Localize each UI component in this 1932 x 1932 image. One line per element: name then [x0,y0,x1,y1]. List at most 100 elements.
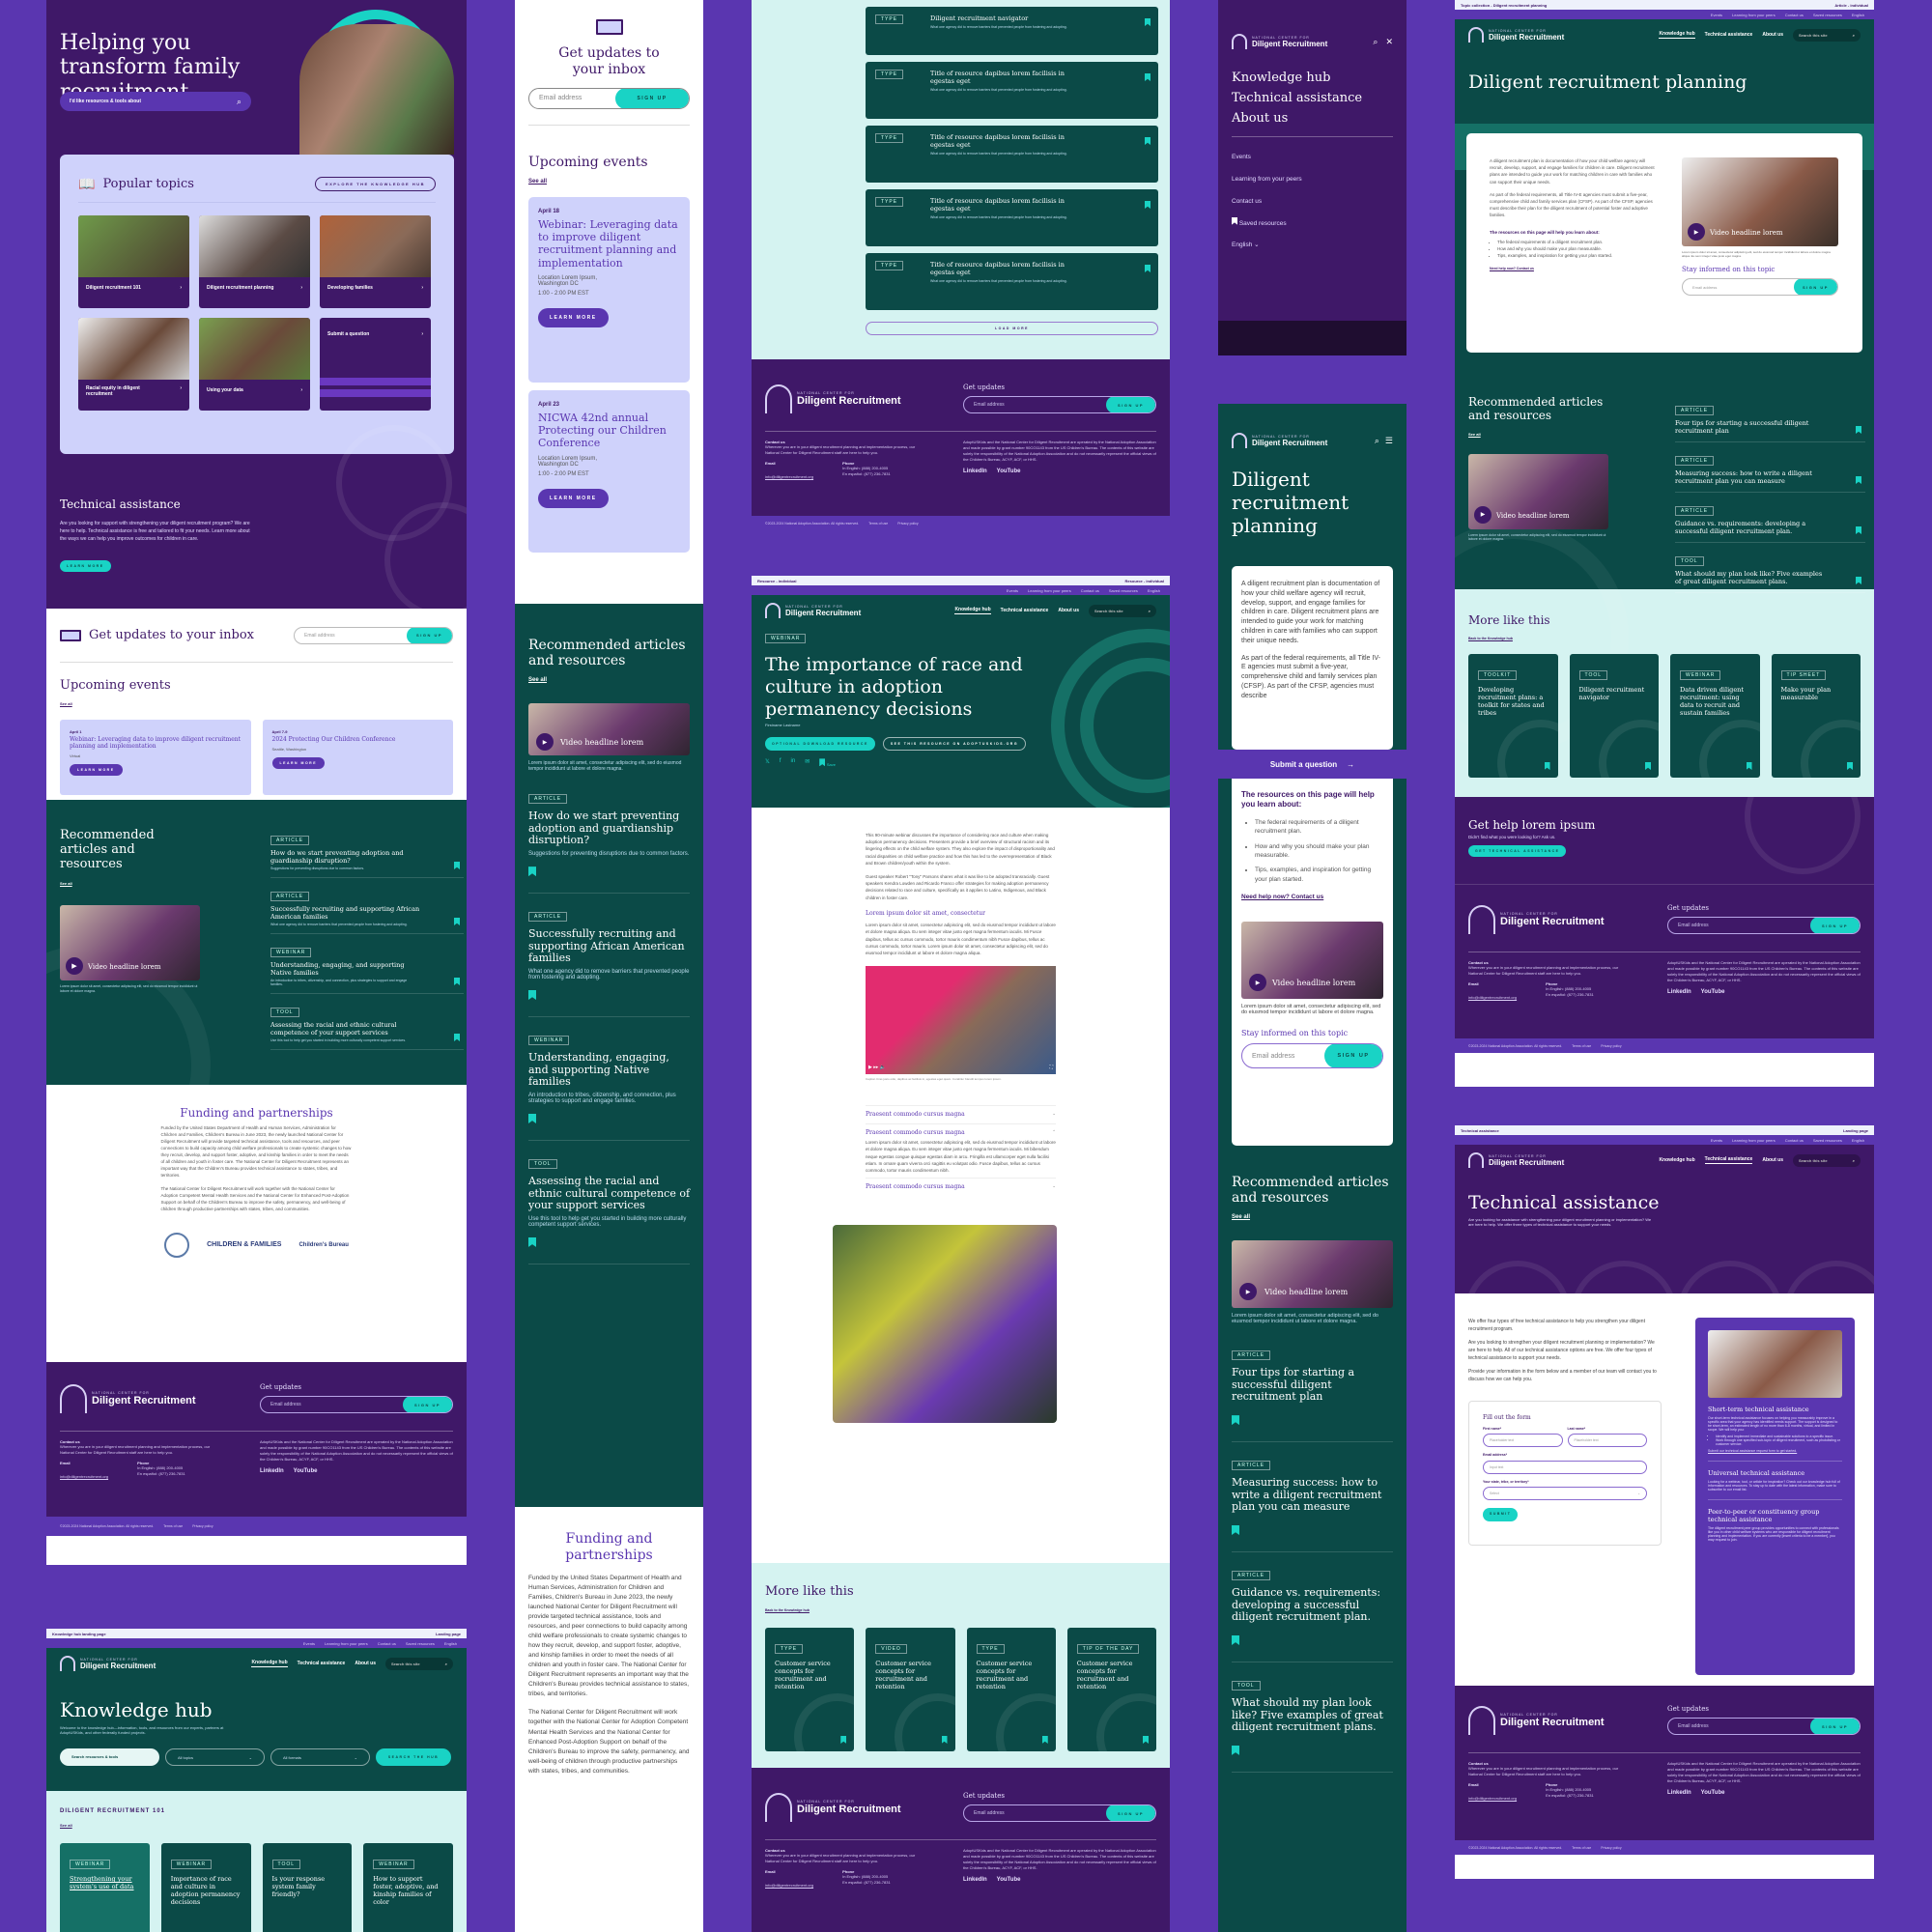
load-more-button[interactable]: LOAD MORE [866,322,1158,335]
util-link[interactable]: Learning from your peers [1732,13,1776,17]
nav-about-us[interactable]: About us [1762,32,1783,38]
more-card[interactable]: TYPE Customer service concepts for recrui… [765,1628,855,1751]
util-link[interactable]: Saved resources [1813,1138,1842,1143]
save-button[interactable]: Save [819,758,836,768]
mobile-article[interactable]: ARTICLE How do we start preventing adopti… [528,787,690,895]
footer-email-field[interactable]: Email address SIGN UP [260,1396,453,1413]
site-logo[interactable]: NATIONAL CENTER FOR Diligent Recruitment [1232,34,1327,49]
privacy-link[interactable]: Privacy policy [192,1524,213,1528]
submit-button[interactable]: SUBMIT [1483,1508,1519,1521]
site-logo[interactable]: NATIONAL CENTER FOR Diligent Recruitment [765,603,861,618]
search-icon[interactable]: ⌕ [1373,37,1378,47]
linkedin-icon[interactable]: LinkedIn [963,1877,987,1883]
help-link[interactable]: Need help now? Contact us [1241,894,1383,900]
rec-article[interactable]: TOOL Assessing the racial and ethnic cult… [270,1001,464,1050]
formats-select[interactable]: All formats ⌄ [270,1748,370,1766]
youtube-icon[interactable]: YouTube [1701,1790,1725,1796]
hub-search-input[interactable]: Search resources & tools [60,1748,159,1766]
youtube-icon[interactable]: YouTube [997,469,1021,474]
util-link[interactable]: Contact us [1081,588,1099,593]
privacy-link[interactable]: Privacy policy [1601,1044,1621,1048]
bookmark-icon[interactable] [1041,1736,1048,1744]
language-select[interactable]: English [1852,13,1864,17]
play-icon[interactable]: ▶ [1249,974,1266,992]
help-link[interactable]: Need help now? Contact us [1490,267,1659,272]
event-learn-more-button[interactable]: LEARN MORE [538,488,609,508]
sign-up-button[interactable]: SIGN UP [407,627,452,643]
mobile-article[interactable]: TOOL What should my plan look like? Five … [1232,1674,1393,1773]
sign-up-button[interactable]: SIGN UP [1324,1044,1382,1068]
linkedin-icon[interactable]: in [791,758,796,768]
footer-logo[interactable]: NATIONAL CENTER FOR Diligent Recruitment [765,384,901,413]
rec-see-all-link[interactable]: See all [1232,1214,1250,1220]
result-card[interactable]: TYPE Title of resource dapibus lorem faci… [866,126,1158,183]
sign-up-button[interactable]: SIGN UP [615,88,689,108]
nav-about-us[interactable]: About us [1058,608,1079,613]
footer-logo[interactable]: NATIONAL CENTER FOR Diligent Recruitment [1468,1705,1605,1735]
hero-search[interactable]: I'd like resources & tools about ⌕ [60,92,251,111]
play-icon[interactable]: ▶ [1474,505,1492,524]
bookmark-icon[interactable] [1232,1415,1239,1426]
nav-technical-assistance[interactable]: Technical assistance [1704,1156,1753,1164]
bookmark-icon[interactable] [454,918,460,925]
language-select[interactable]: English [1852,1138,1864,1143]
site-search-input[interactable]: Search this site ⌕ [385,1657,453,1670]
sign-up-button[interactable]: SIGN UP [1794,279,1837,295]
accordion-item[interactable]: Praesent commodo cursus magna ⌄ [866,1106,1056,1124]
bookmark-icon[interactable] [528,1236,536,1247]
video-thumbnail[interactable]: ▶ Video headline lorem [60,904,200,980]
sign-up-button[interactable]: SIGN UP [1106,1805,1155,1821]
accordion-item[interactable]: Praesent commodo cursus magna ⌃ Lorem ipsu… [866,1124,1056,1179]
nav-about-us[interactable]: About us [355,1661,376,1666]
mobile-article[interactable]: ARTICLE Successfully recruiting and suppo… [528,905,690,1018]
rec-see-all-link[interactable]: See all [1468,432,1481,437]
site-search-input[interactable]: Search this site ⌕ [1793,28,1861,42]
mobile-nav-saved[interactable]: Saved resources [1232,213,1393,236]
bookmark-icon[interactable] [1232,1745,1239,1755]
topics-select[interactable]: All topics ⌄ [165,1748,265,1766]
rec-see-all-link[interactable]: See all [528,677,547,683]
explore-hub-button[interactable]: EXPLORE THE KNOWLEDGE HUB [314,177,436,191]
result-card[interactable]: TYPE Title of resource dapibus lorem faci… [866,62,1158,119]
bookmark-icon[interactable] [528,867,536,877]
youtube-icon[interactable]: YouTube [294,1468,318,1474]
footer-email-field[interactable]: Email address SIGN UP [963,1804,1156,1822]
play-icon[interactable]: ▶ [66,956,83,975]
util-link[interactable]: Learning from your peers [1732,1138,1776,1143]
email-input[interactable]: Input text [1483,1460,1647,1474]
footer-email-field[interactable]: Email address SIGN UP [1667,1718,1861,1735]
bookmark-icon[interactable] [1232,1634,1239,1645]
linkedin-icon[interactable]: LinkedIn [1667,989,1691,995]
language-select[interactable]: English [444,1641,457,1646]
more-card[interactable]: TYPE Customer service concepts for recrui… [966,1628,1056,1751]
search-hub-button[interactable]: SEARCH THE HUB [376,1748,451,1766]
sign-up-button[interactable]: SIGN UP [1810,918,1860,933]
bookmark-icon[interactable] [840,1736,847,1744]
util-link[interactable]: Contact us [378,1641,396,1646]
util-link[interactable]: Saved resources [1109,588,1138,593]
rec-article[interactable]: ARTICLE Four tips for starting a successf… [1675,399,1865,442]
topic-card[interactable]: Using your data › [199,318,310,411]
bookmark-icon[interactable] [454,862,460,869]
sign-up-button[interactable]: SIGN UP [1810,1719,1860,1734]
email-icon[interactable]: ✉ [805,758,810,768]
play-icon[interactable]: ▶ [1239,1283,1257,1301]
mobile-article[interactable]: TOOL Assessing the racial and ethnic cult… [528,1152,690,1264]
footer-email-link[interactable]: info@diligentrecruitment.org [60,1474,108,1479]
bookmark-icon[interactable] [1856,526,1861,534]
footer-email-link[interactable]: info@diligentrecruitment.org [765,474,813,479]
footer-logo[interactable]: NATIONAL CENTER FOR Diligent Recruitment [765,1792,901,1822]
submit-question-bar[interactable]: Submit a question → [1218,750,1406,779]
video-thumbnail[interactable]: ▶ Video headline lorem [1468,453,1608,529]
resource-card[interactable]: WEBINAR Strengthening your system's use o… [60,1843,150,1932]
sign-up-button[interactable]: SIGN UP [1106,397,1155,412]
more-card[interactable]: WEBINAR Data driven diligent recruitment:… [1670,654,1760,778]
mobile-email-field[interactable]: Email address SIGN UP [528,87,690,109]
footer-email-link[interactable]: info@diligentrecruitment.org [1468,1796,1517,1801]
util-link[interactable]: Saved resources [1813,13,1842,17]
youtube-icon[interactable]: YouTube [1701,989,1725,995]
util-link[interactable]: Learning from your peers [1028,588,1071,593]
resource-card[interactable]: WEBINAR How to support foster, adoptive, … [363,1843,453,1932]
nav-technical-assistance[interactable]: Technical assistance [298,1661,346,1666]
util-link[interactable]: Learning from your peers [325,1641,368,1646]
